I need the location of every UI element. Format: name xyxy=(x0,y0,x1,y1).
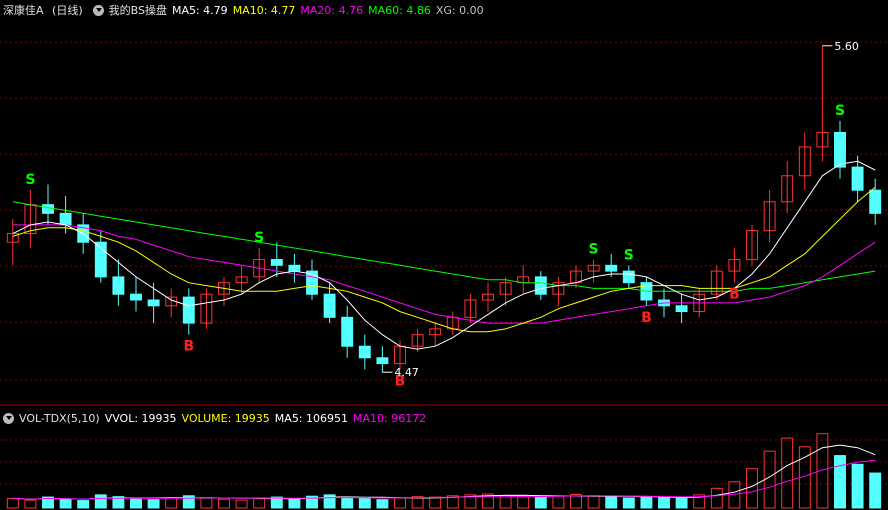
volume-bar xyxy=(675,497,688,509)
candle-body xyxy=(323,293,336,318)
volume-bar xyxy=(24,499,37,509)
volume-bar xyxy=(77,500,90,509)
low-price-label: 4.47 xyxy=(394,366,419,379)
candle-body xyxy=(534,276,547,295)
candle-body xyxy=(358,345,371,359)
signal-s: S xyxy=(254,230,264,246)
candle-body xyxy=(42,204,54,214)
volume-bar xyxy=(235,499,248,509)
candlesticks xyxy=(6,45,882,373)
signal-s: S xyxy=(624,247,634,263)
volume-bar xyxy=(746,468,758,509)
volume-bar xyxy=(288,498,301,509)
volume-bar xyxy=(358,497,371,509)
volume-bar xyxy=(587,495,600,509)
volume-bar xyxy=(851,463,864,509)
volume-bar xyxy=(640,496,653,509)
volume-bar xyxy=(165,497,178,509)
volume-bar xyxy=(622,497,635,509)
candle-body xyxy=(130,293,142,301)
high-price-label: 5.60 xyxy=(834,40,859,53)
volume-bar xyxy=(781,437,794,509)
volume-ma-lines xyxy=(12,444,876,500)
volume-bar xyxy=(218,498,230,509)
volume-bar xyxy=(429,496,442,509)
candle-body xyxy=(270,259,283,266)
volume-bar xyxy=(517,496,530,509)
candle-body xyxy=(112,276,125,295)
candle-body xyxy=(834,131,846,168)
candle-body xyxy=(605,264,618,272)
volume-bar xyxy=(94,494,107,509)
candle-body xyxy=(851,166,864,191)
volume-bar xyxy=(394,497,406,509)
volume-bar xyxy=(499,494,512,509)
signal-s: S xyxy=(589,242,599,258)
volume-ma5-line xyxy=(12,444,876,500)
volume-bar xyxy=(552,495,565,509)
candle-body xyxy=(376,357,389,365)
signal-b: B xyxy=(641,310,652,326)
volume-bar xyxy=(869,472,882,509)
volume-bar xyxy=(253,497,266,509)
volume-bar xyxy=(605,496,618,509)
candle-body xyxy=(182,296,195,324)
volume-bar xyxy=(147,499,160,509)
volume-bar xyxy=(534,497,547,509)
candle-body xyxy=(869,189,882,214)
stock-chart[interactable]: SBSBS SBBS 5.60 4.47 xyxy=(0,0,888,510)
volume-ma10-line xyxy=(12,459,876,500)
candle-body xyxy=(288,264,301,272)
volume-bar xyxy=(6,497,19,509)
ma60-line xyxy=(12,201,876,292)
candle-body xyxy=(59,212,72,226)
volume-bar xyxy=(658,497,670,509)
signal-b: B xyxy=(729,287,740,303)
candle-body xyxy=(147,299,160,307)
volume-bar xyxy=(130,498,142,509)
volume-bar xyxy=(59,498,72,509)
signal-s: S xyxy=(835,103,845,119)
ma20-line xyxy=(12,224,876,324)
moving-average-lines xyxy=(12,160,876,350)
candle-body xyxy=(675,305,688,313)
signal-b: B xyxy=(183,339,194,355)
grid-lines xyxy=(0,41,888,485)
signal-s: S xyxy=(25,172,35,188)
candle-body xyxy=(622,270,635,284)
candle-body xyxy=(306,270,318,295)
volume-bar xyxy=(200,497,213,509)
volume-bar xyxy=(376,499,389,509)
candle-body xyxy=(341,316,354,347)
ma10-line xyxy=(12,186,876,333)
volume-bar xyxy=(834,455,846,509)
volume-bar xyxy=(710,487,723,509)
volume-bar xyxy=(341,497,354,509)
